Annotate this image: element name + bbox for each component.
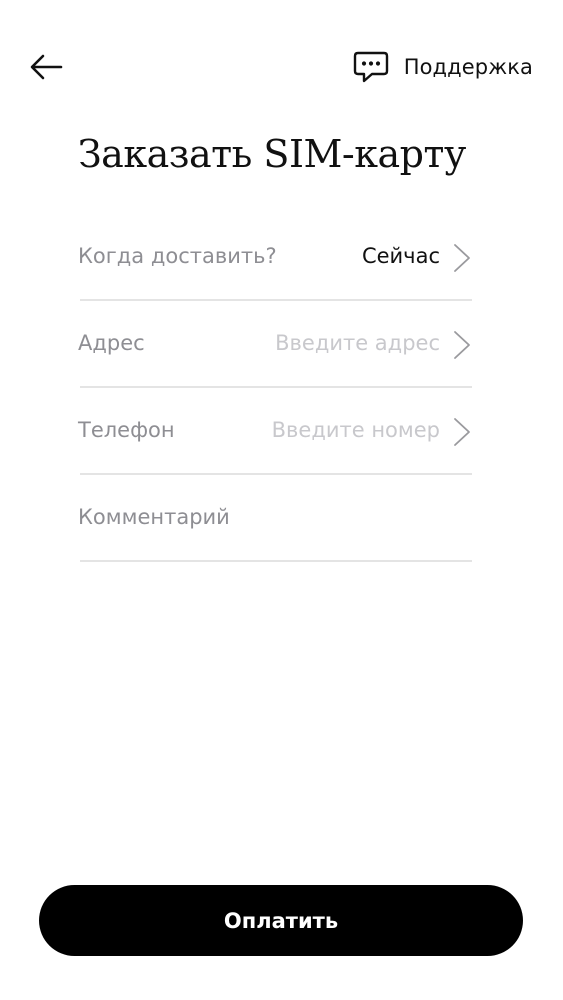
- address-row[interactable]: Адрес Введите адрес: [78, 301, 472, 388]
- comment-input[interactable]: Комментарий: [78, 505, 230, 529]
- chat-bubble-icon: [353, 51, 388, 83]
- order-form: Когда доставить? Сейчас Адрес Введите ад…: [78, 214, 472, 562]
- address-label: Адрес: [78, 331, 145, 355]
- address-input[interactable]: Введите адрес: [275, 331, 440, 355]
- phone-input[interactable]: Введите номер: [272, 418, 440, 442]
- pay-button[interactable]: Оплатить: [39, 885, 523, 956]
- delivery-time-value: Сейчас: [361, 244, 440, 268]
- delivery-time-label: Когда доставить?: [78, 244, 277, 268]
- phone-label: Телефон: [78, 418, 175, 442]
- support-label: Поддержка: [403, 55, 533, 79]
- back-button[interactable]: [26, 49, 66, 85]
- chevron-right-icon: [454, 244, 470, 272]
- delivery-time-row[interactable]: Когда доставить? Сейчас: [78, 214, 472, 301]
- phone-row[interactable]: Телефон Введите номер: [78, 388, 472, 475]
- chevron-right-icon: [454, 331, 470, 359]
- comment-row[interactable]: Комментарий: [78, 475, 472, 562]
- support-button[interactable]: Поддержка: [352, 49, 533, 85]
- top-bar: Поддержка: [0, 45, 563, 89]
- page-title: Заказать SIM-карту: [78, 132, 466, 176]
- chevron-right-icon: [454, 418, 470, 446]
- arrow-left-icon: [30, 54, 63, 80]
